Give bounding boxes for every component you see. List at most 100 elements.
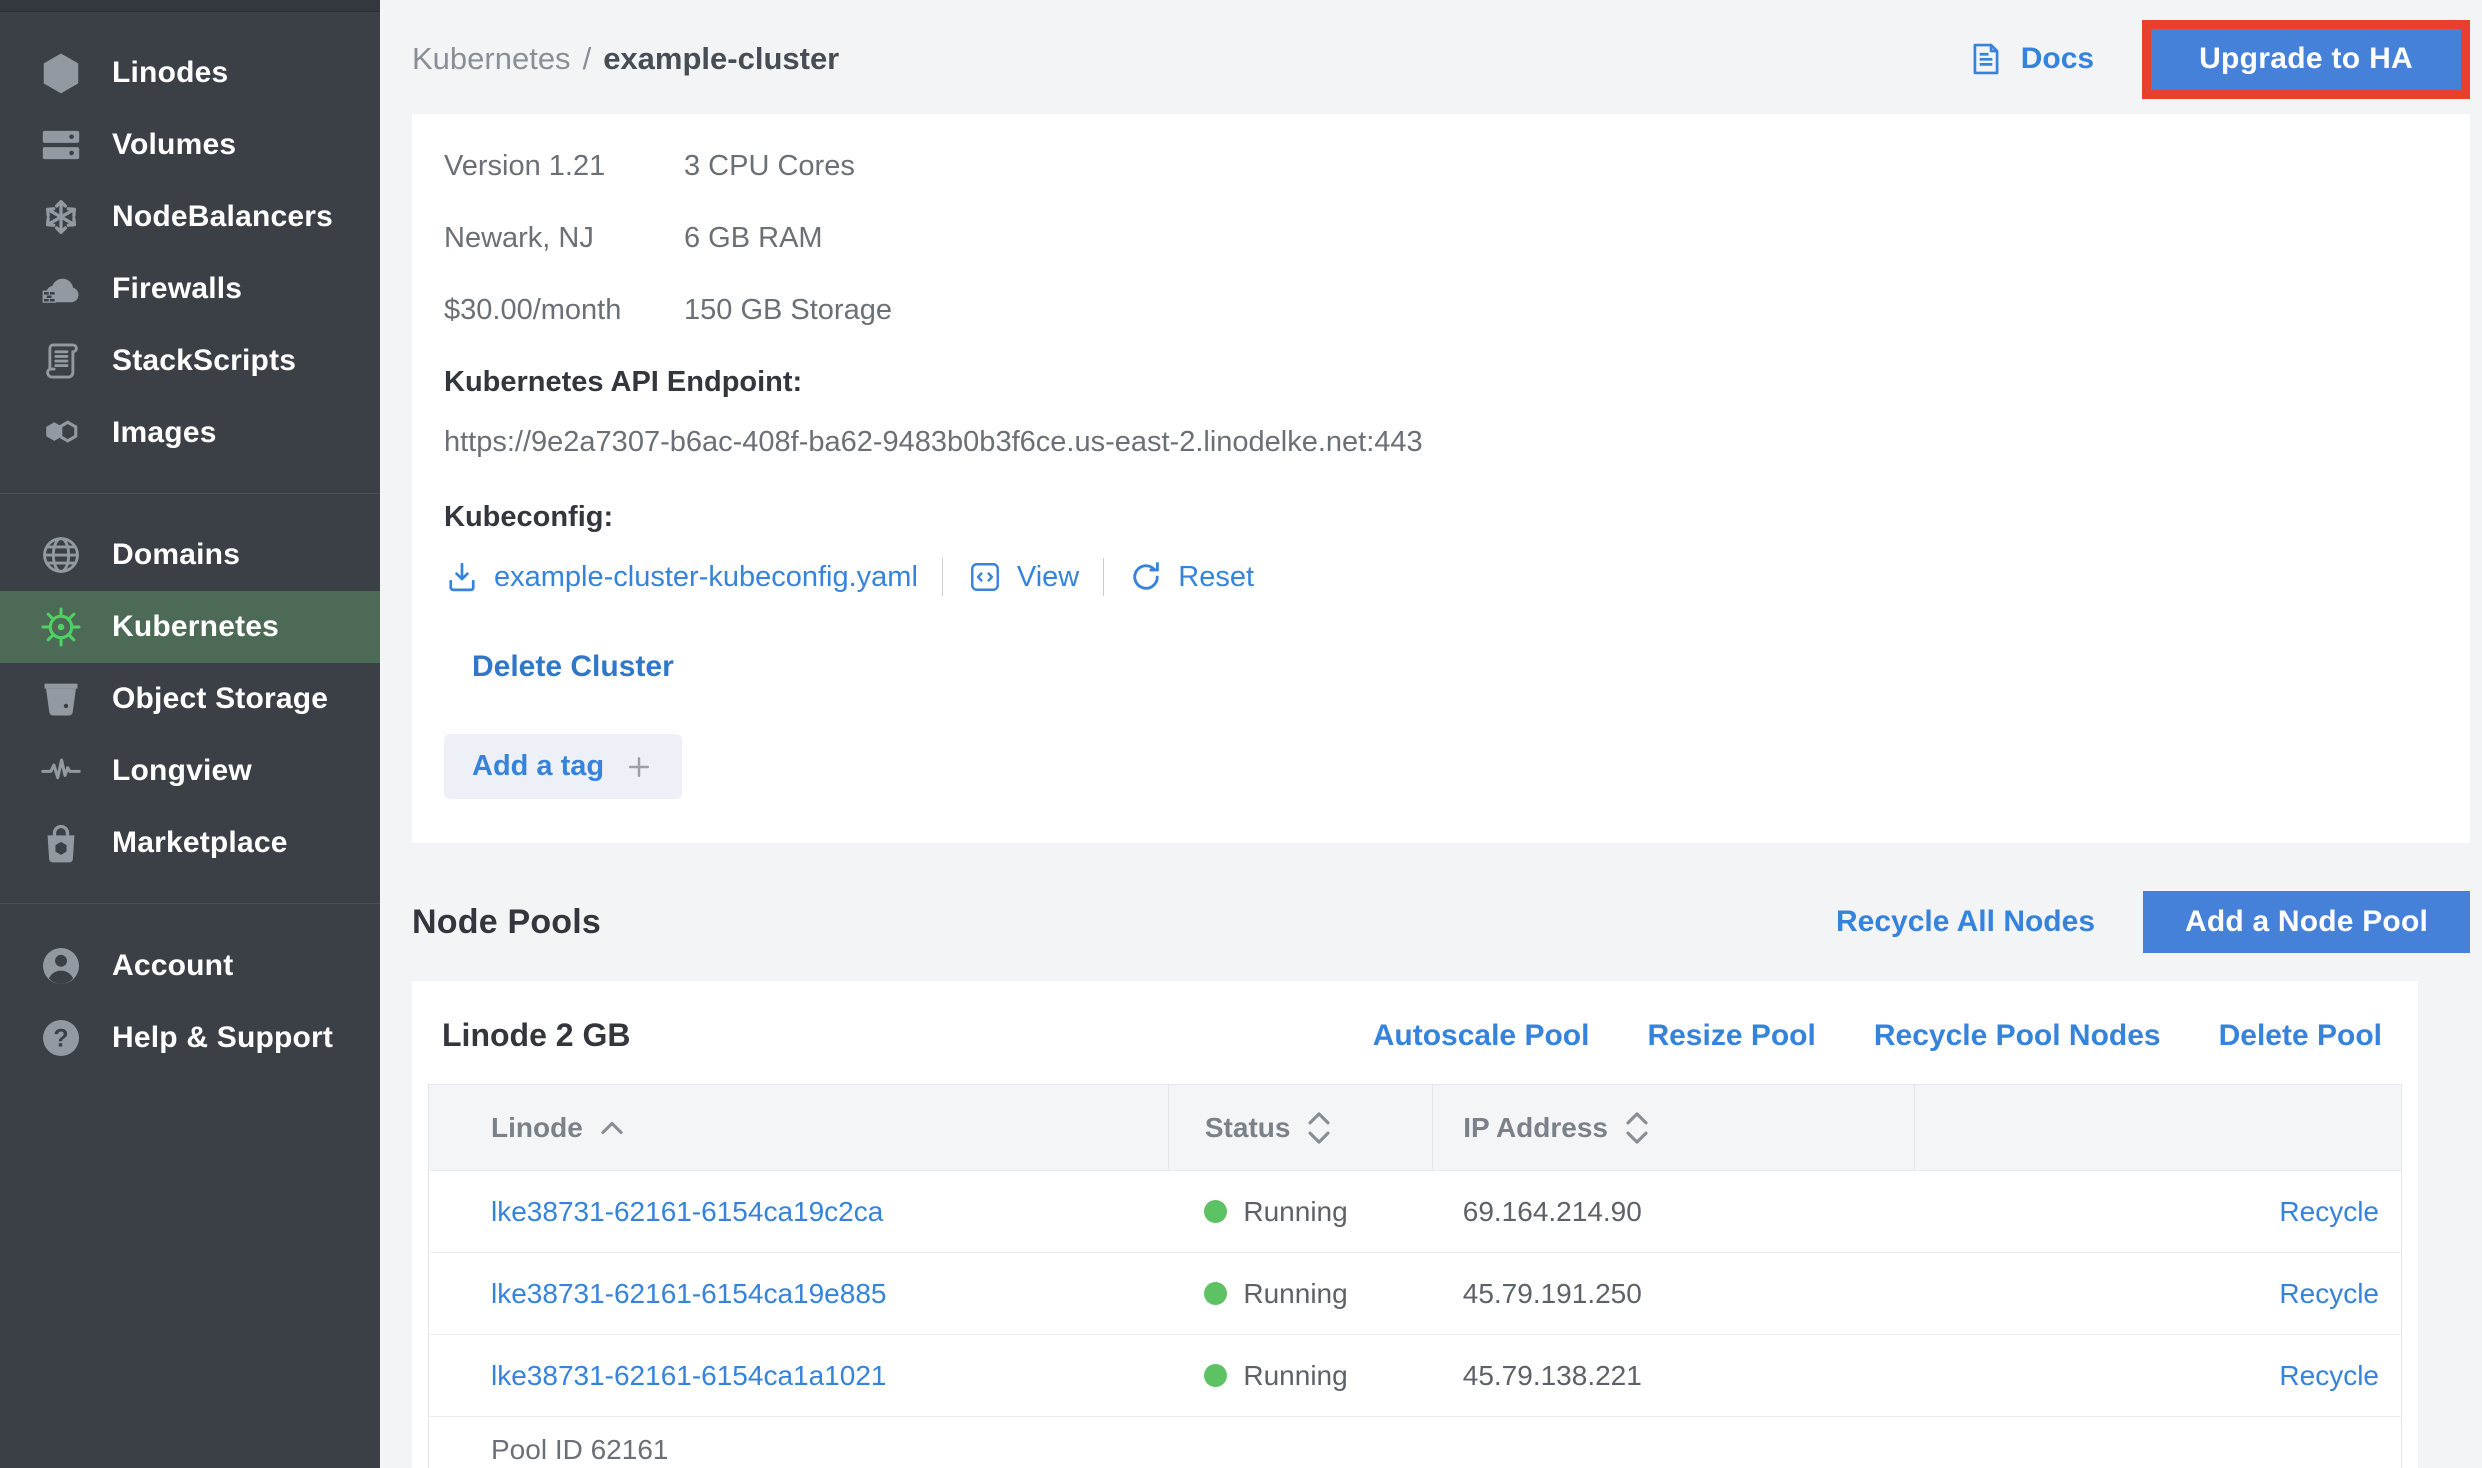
pool-nodes-table: Linode Status [428,1084,2402,1468]
recycle-node-link[interactable]: Recycle [2279,1278,2379,1310]
sort-both-icon [1624,1110,1650,1146]
object-storage-icon [36,674,86,724]
view-label: View [1017,561,1079,594]
cluster-ram: 6 GB RAM [684,222,823,255]
sidebar: Linodes Volumes NodeBalancers [0,0,380,1468]
breadcrumb-cluster-name: example-cluster [603,41,839,77]
pool-name: Linode 2 GB [442,1017,630,1054]
sidebar-item-linodes[interactable]: Linodes [0,37,380,109]
delete-cluster-link[interactable]: Delete Cluster [472,650,674,684]
separator [942,558,943,596]
sidebar-item-help-support[interactable]: ? Help & Support [0,1002,380,1074]
spec-row: Newark, NJ 6 GB RAM [444,222,2430,255]
upgrade-to-ha-button[interactable]: Upgrade to HA [2151,29,2461,90]
status-dot-running [1204,1282,1227,1305]
sidebar-item-label: Marketplace [112,826,288,860]
add-tag-button[interactable]: Add a tag [444,734,682,799]
svg-text:?: ? [53,1024,68,1052]
firewalls-icon [36,264,86,314]
sidebar-item-label: Firewalls [112,272,242,306]
sidebar-item-account[interactable]: Account [0,930,380,1002]
pool-actions: Autoscale Pool Resize Pool Recycle Pool … [1373,1019,2382,1053]
column-header-linode[interactable]: Linode [429,1085,1169,1171]
download-icon [444,559,480,595]
delete-pool-link[interactable]: Delete Pool [2219,1019,2382,1053]
cluster-storage: 150 GB Storage [684,294,892,327]
reset-icon [1128,559,1164,595]
kubeconfig-label: Kubeconfig: [444,501,2430,534]
cluster-summary-card: Version 1.21 3 CPU Cores Newark, NJ 6 GB… [412,114,2470,843]
table-header-row: Linode Status [429,1085,2402,1171]
sidebar-item-firewalls[interactable]: Firewalls [0,253,380,325]
kubeconfig-download-link[interactable]: example-cluster-kubeconfig.yaml [444,559,918,595]
sidebar-item-label: Account [112,949,233,983]
column-header-status[interactable]: Status [1168,1085,1432,1171]
docs-link[interactable]: Docs [1967,40,2094,78]
kubeconfig-filename: example-cluster-kubeconfig.yaml [494,561,918,594]
docs-icon [1967,40,2005,78]
column-label: Status [1205,1112,1291,1144]
cluster-price: $30.00/month [444,294,684,327]
node-link[interactable]: lke38731-62161-6154ca19e885 [491,1278,886,1310]
code-view-icon [967,559,1003,595]
resize-pool-link[interactable]: Resize Pool [1647,1019,1815,1053]
sidebar-item-object-storage[interactable]: Object Storage [0,663,380,735]
images-icon [36,408,86,458]
api-endpoint-url: https://9e2a7307-b6ac-408f-ba62-9483b0b3… [444,426,2430,459]
page-header: Kubernetes / example-cluster Docs Upgrad… [412,0,2470,104]
reset-label: Reset [1178,561,1254,594]
nodebalancers-icon [36,192,86,242]
sidebar-item-label: Object Storage [112,682,328,716]
breadcrumb: Kubernetes / example-cluster [412,41,839,77]
help-icon: ? [36,1013,86,1063]
kubeconfig-row: example-cluster-kubeconfig.yaml View Res… [444,558,2430,596]
plus-icon [624,752,654,782]
sidebar-item-stackscripts[interactable]: StackScripts [0,325,380,397]
column-header-actions [1914,1085,2401,1171]
table-row: lke38731-62161-6154ca19c2ca Running 69.1… [429,1171,2402,1253]
node-link[interactable]: lke38731-62161-6154ca1a1021 [491,1360,886,1392]
node-ip: 69.164.214.90 [1433,1171,1914,1253]
recycle-node-link[interactable]: Recycle [2279,1360,2379,1392]
spec-row: Version 1.21 3 CPU Cores [444,150,2430,183]
domains-icon [36,530,86,580]
separator [1103,558,1104,596]
sidebar-divider [0,493,380,494]
recycle-pool-nodes-link[interactable]: Recycle Pool Nodes [1874,1019,2161,1053]
volumes-icon [36,120,86,170]
recycle-all-nodes-link[interactable]: Recycle All Nodes [1836,905,2095,939]
status-label: Running [1243,1360,1347,1392]
column-header-ip-address[interactable]: IP Address [1433,1085,1914,1171]
recycle-node-link[interactable]: Recycle [2279,1196,2379,1228]
node-link[interactable]: lke38731-62161-6154ca19c2ca [491,1196,883,1228]
sidebar-item-label: Linodes [112,56,228,90]
sidebar-item-domains[interactable]: Domains [0,519,380,591]
main-content: Kubernetes / example-cluster Docs Upgrad… [380,0,2482,1468]
sidebar-item-label: Volumes [112,128,236,162]
sidebar-item-label: StackScripts [112,344,296,378]
sidebar-item-longview[interactable]: Longview [0,735,380,807]
table-row: lke38731-62161-6154ca1a1021 Running 45.7… [429,1335,2402,1417]
sidebar-item-marketplace[interactable]: Marketplace [0,807,380,879]
node-ip: 45.79.191.250 [1433,1253,1914,1335]
sidebar-item-kubernetes[interactable]: Kubernetes [0,591,380,663]
header-actions: Docs Upgrade to HA [1967,20,2470,99]
breadcrumb-kubernetes-link[interactable]: Kubernetes [412,41,571,77]
sidebar-item-volumes[interactable]: Volumes [0,109,380,181]
sidebar-item-nodebalancers[interactable]: NodeBalancers [0,181,380,253]
sort-ascending-icon [599,1120,625,1136]
sidebar-top-strip [0,0,380,12]
cluster-region: Newark, NJ [444,222,684,255]
account-icon [36,941,86,991]
sidebar-item-label: Help & Support [112,1021,333,1055]
sort-both-icon [1306,1110,1332,1146]
api-endpoint-label: Kubernetes API Endpoint: [444,366,2430,399]
reset-kubeconfig-link[interactable]: Reset [1128,559,1254,595]
add-node-pool-button[interactable]: Add a Node Pool [2143,891,2470,953]
autoscale-pool-link[interactable]: Autoscale Pool [1373,1019,1590,1053]
cluster-cpu: 3 CPU Cores [684,150,855,183]
kubernetes-icon [36,602,86,652]
longview-icon [36,746,86,796]
sidebar-item-images[interactable]: Images [0,397,380,469]
view-kubeconfig-link[interactable]: View [967,559,1079,595]
